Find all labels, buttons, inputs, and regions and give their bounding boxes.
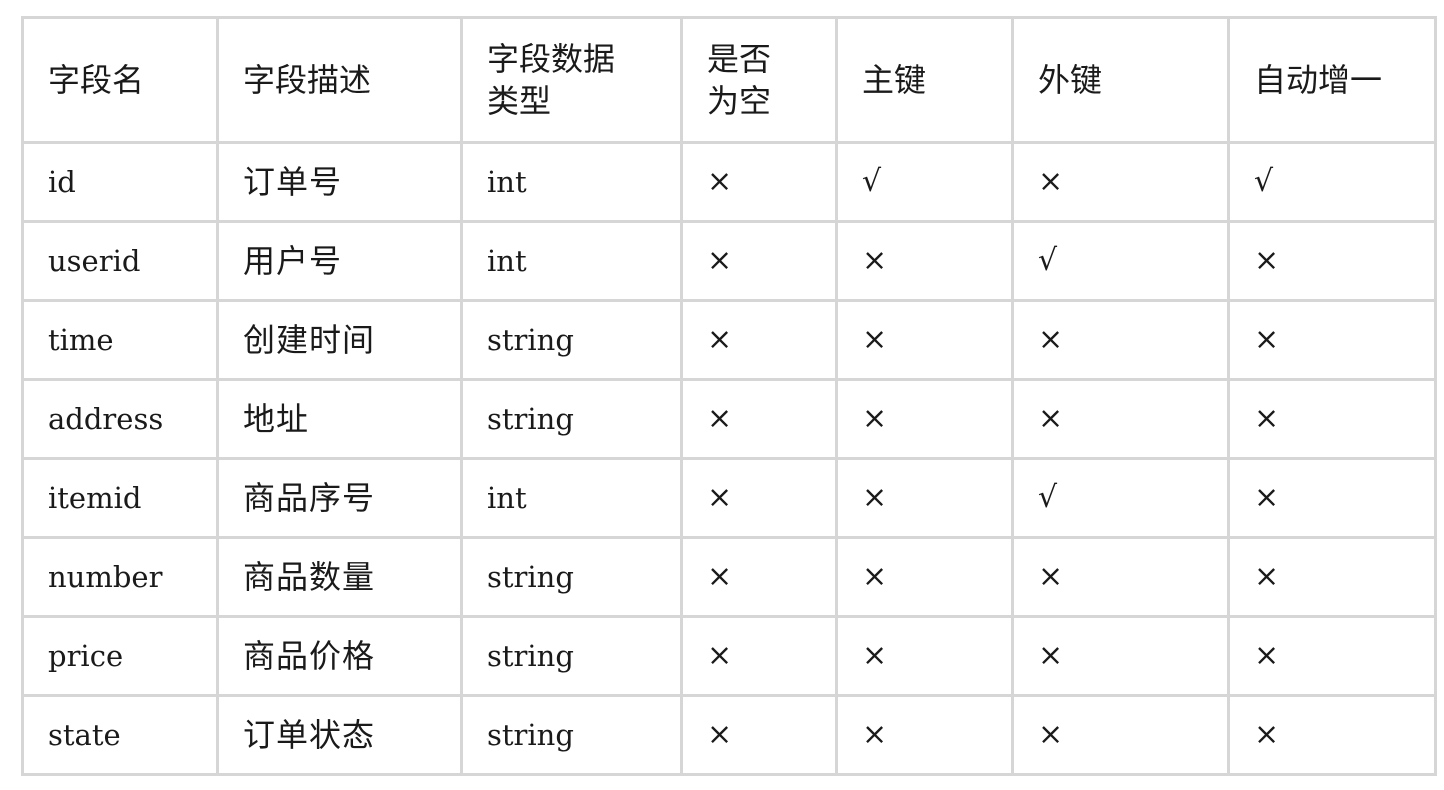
cell-field-desc: 订单状态 [216,694,463,776]
cell-nullable: × [680,536,838,618]
header-auto-increment-label: 自动增一 [1254,61,1383,99]
cell-foreign-key: × [1011,141,1230,223]
cell-field-desc: 商品数量 [216,536,463,618]
header-primary-key-label: 主键 [862,61,927,99]
cell-field-type: int [460,220,683,302]
cell-foreign-key: √ [1011,220,1230,302]
header-field-type-label: 字段数据类型 [487,40,616,120]
header-auto-increment: 自动增一 [1227,16,1437,144]
cell-primary-key: × [835,220,1014,302]
cell-primary-key: √ [835,141,1014,223]
table-body: id 订单号 int × √ × √ userid 用户号 int × × √ … [21,141,1437,776]
header-field-desc-label: 字段描述 [243,61,372,99]
cell-auto-increment: √ [1227,141,1437,223]
table-row: price 商品价格 string × × × × [21,615,1437,697]
cell-foreign-key: √ [1011,457,1230,539]
schema-table: 字段名 字段描述 字段数据类型 是否为空 主键 外键 自动增一 id 订单号 i… [21,16,1437,776]
cell-field-name: time [21,299,219,381]
header-row: 字段名 字段描述 字段数据类型 是否为空 主键 外键 自动增一 [21,16,1437,144]
cell-primary-key: × [835,457,1014,539]
header-nullable: 是否为空 [680,16,838,144]
cell-nullable: × [680,694,838,776]
cell-auto-increment: × [1227,536,1437,618]
schema-table-container: 字段名 字段描述 字段数据类型 是否为空 主键 外键 自动增一 id 订单号 i… [21,16,1437,776]
cell-field-name: userid [21,220,219,302]
header-nullable-label: 是否为空 [707,40,772,120]
cell-field-name: address [21,378,219,460]
header-field-desc: 字段描述 [216,16,463,144]
cell-field-name: itemid [21,457,219,539]
cell-field-desc: 商品序号 [216,457,463,539]
cell-field-name: number [21,536,219,618]
cell-nullable: × [680,378,838,460]
cell-auto-increment: × [1227,615,1437,697]
header-field-name-label: 字段名 [48,61,145,99]
cell-nullable: × [680,141,838,223]
cell-field-type: string [460,299,683,381]
cell-primary-key: × [835,299,1014,381]
header-foreign-key: 外键 [1011,16,1230,144]
cell-field-type: string [460,694,683,776]
header-primary-key: 主键 [835,16,1014,144]
table-row: time 创建时间 string × × × × [21,299,1437,381]
cell-foreign-key: × [1011,694,1230,776]
table-row: userid 用户号 int × × √ × [21,220,1437,302]
header-field-type: 字段数据类型 [460,16,683,144]
cell-auto-increment: × [1227,220,1437,302]
table-row: state 订单状态 string × × × × [21,694,1437,776]
cell-field-type: string [460,378,683,460]
cell-foreign-key: × [1011,615,1230,697]
cell-nullable: × [680,457,838,539]
header-foreign-key-label: 外键 [1038,61,1103,99]
cell-auto-increment: × [1227,299,1437,381]
cell-auto-increment: × [1227,378,1437,460]
table-row: itemid 商品序号 int × × √ × [21,457,1437,539]
cell-primary-key: × [835,536,1014,618]
cell-field-type: string [460,536,683,618]
cell-foreign-key: × [1011,536,1230,618]
table-row: number 商品数量 string × × × × [21,536,1437,618]
cell-field-name: id [21,141,219,223]
cell-field-desc: 用户号 [216,220,463,302]
cell-foreign-key: × [1011,299,1230,381]
cell-auto-increment: × [1227,694,1437,776]
table-row: id 订单号 int × √ × √ [21,141,1437,223]
header-field-name: 字段名 [21,16,219,144]
cell-nullable: × [680,220,838,302]
cell-field-desc: 订单号 [216,141,463,223]
cell-field-desc: 商品价格 [216,615,463,697]
cell-nullable: × [680,615,838,697]
cell-field-desc: 创建时间 [216,299,463,381]
cell-field-type: int [460,141,683,223]
cell-nullable: × [680,299,838,381]
cell-primary-key: × [835,615,1014,697]
cell-field-type: string [460,615,683,697]
cell-field-type: int [460,457,683,539]
cell-foreign-key: × [1011,378,1230,460]
cell-field-name: price [21,615,219,697]
cell-primary-key: × [835,694,1014,776]
cell-auto-increment: × [1227,457,1437,539]
cell-field-desc: 地址 [216,378,463,460]
table-row: address 地址 string × × × × [21,378,1437,460]
cell-primary-key: × [835,378,1014,460]
table-header: 字段名 字段描述 字段数据类型 是否为空 主键 外键 自动增一 [21,16,1437,144]
cell-field-name: state [21,694,219,776]
